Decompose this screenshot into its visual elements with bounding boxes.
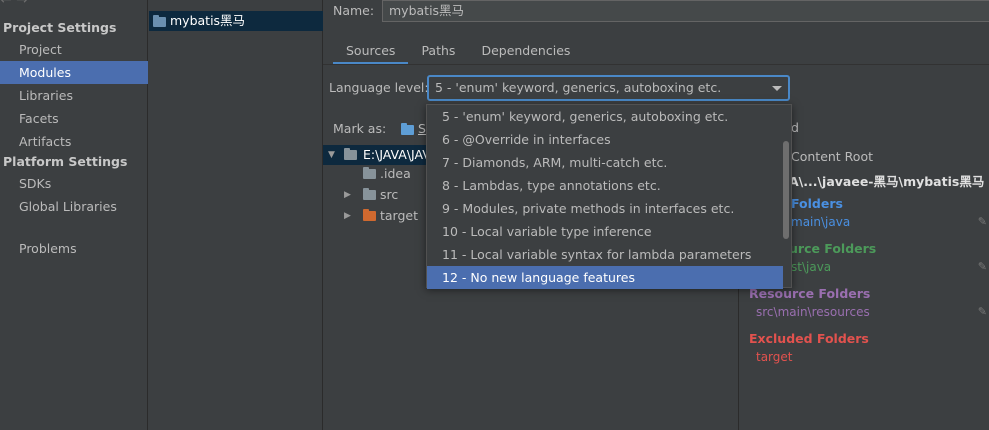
- sidebar-item-facets[interactable]: Facets: [0, 107, 148, 130]
- section-platform-settings: Platform Settings: [3, 154, 128, 169]
- language-option[interactable]: 8 - Lambdas, type annotations etc.: [427, 174, 783, 197]
- module-list: mybatis黑马: [149, 0, 323, 430]
- settings-sidebar: ← → Project Settings Project Modules Lib…: [0, 0, 148, 430]
- sources-folder-icon: [401, 123, 414, 135]
- language-level-select[interactable]: 5 - 'enum' keyword, generics, autoboxing…: [427, 75, 790, 101]
- module-item-label: mybatis黑马: [170, 13, 246, 28]
- source-folders-heading: Folders: [791, 196, 843, 211]
- chevron-down-icon: [772, 86, 782, 91]
- folder-icon: [363, 188, 376, 200]
- section-project-settings: Project Settings: [3, 20, 117, 35]
- expand-down-icon[interactable]: ▼: [328, 145, 335, 165]
- edit-pencil-icon[interactable]: ✎: [978, 260, 987, 273]
- test-folders-heading: urce Folders: [789, 241, 877, 256]
- language-option[interactable]: 9 - Modules, private methods in interfac…: [427, 197, 783, 220]
- tree-item-label: .idea: [380, 166, 411, 181]
- excluded-folder-item: target: [756, 350, 793, 364]
- sidebar-item-project[interactable]: Project: [0, 38, 148, 61]
- sidebar-item-modules[interactable]: Modules: [0, 61, 148, 84]
- sidebar-item-libraries[interactable]: Libraries: [0, 84, 148, 107]
- folder-icon: [344, 148, 357, 160]
- mark-sources-label: S: [418, 121, 426, 136]
- language-option[interactable]: 6 - @Override in interfaces: [427, 128, 783, 151]
- edit-pencil-icon[interactable]: ✎: [978, 215, 987, 228]
- tab-sources[interactable]: Sources: [333, 40, 409, 65]
- nav-arrows[interactable]: ← →: [0, 0, 28, 8]
- tree-root-label: E:\JAVA\JAV: [363, 147, 431, 162]
- language-option[interactable]: 7 - Diamonds, ARM, multi-catch etc.: [427, 151, 783, 174]
- excluded-folder-icon: [363, 209, 376, 221]
- add-content-root-label[interactable]: d: [791, 120, 799, 135]
- module-folder-icon: [153, 15, 166, 27]
- language-option[interactable]: 5 - 'enum' keyword, generics, autoboxing…: [427, 105, 783, 128]
- module-tabs: Sources Paths Dependencies: [333, 40, 583, 65]
- dropdown-scrollbar[interactable]: [783, 141, 789, 239]
- sidebar-item-sdks[interactable]: SDKs: [0, 172, 148, 195]
- test-folder-item: st\java: [791, 260, 832, 274]
- edit-pencil-icon[interactable]: ✎: [978, 305, 987, 318]
- sidebar-item-problems[interactable]: Problems: [0, 237, 148, 260]
- sidebar-item-global-libraries[interactable]: Global Libraries: [0, 195, 148, 218]
- tree-item-label: src: [380, 187, 399, 202]
- mark-as-label: Mark as:: [333, 121, 387, 136]
- name-label: Name:: [333, 3, 375, 18]
- source-folder-item: main\java: [791, 215, 851, 229]
- tab-paths[interactable]: Paths: [408, 40, 468, 65]
- excluded-folders-heading: Excluded Folders: [749, 331, 869, 346]
- tree-row-target[interactable]: ▶ target: [323, 206, 423, 226]
- expand-right-icon[interactable]: ▶: [344, 206, 351, 226]
- language-option[interactable]: 11 - Local variable syntax for lambda pa…: [427, 243, 783, 266]
- tree-row-src[interactable]: ▶ src: [323, 185, 423, 205]
- content-root-header: Content Root: [791, 149, 874, 164]
- module-item[interactable]: mybatis黑马: [149, 11, 323, 31]
- sidebar-item-artifacts[interactable]: Artifacts: [0, 130, 148, 153]
- tree-row-idea[interactable]: .idea: [323, 164, 423, 184]
- content-root-path: A\...\javaee-黑马\mybatis黑马: [789, 174, 985, 189]
- language-option-selected[interactable]: 12 - No new language features: [427, 266, 783, 289]
- tree-item-label: target: [380, 208, 419, 223]
- language-level-dropdown: 5 - 'enum' keyword, generics, autoboxing…: [426, 104, 792, 289]
- expand-right-icon[interactable]: ▶: [344, 185, 351, 205]
- tab-divider: [323, 64, 989, 65]
- resource-folder-item: src\main\resources: [756, 305, 870, 319]
- folder-icon: [363, 167, 376, 179]
- language-option[interactable]: 10 - Local variable type inference: [427, 220, 783, 243]
- language-level-value: 5 - 'enum' keyword, generics, autoboxing…: [435, 80, 722, 95]
- module-name-field[interactable]: mybatis黑马: [382, 0, 989, 22]
- language-level-label: Language level:: [329, 80, 429, 95]
- tab-dependencies[interactable]: Dependencies: [468, 40, 583, 65]
